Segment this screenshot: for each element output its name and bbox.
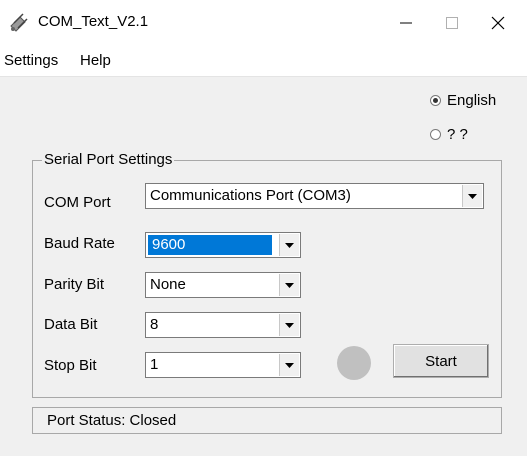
parity-bit-value: None xyxy=(150,276,186,293)
stop-bit-select[interactable]: 1 xyxy=(145,352,301,378)
baud-rate-value: 9600 xyxy=(148,235,272,255)
menu-bar: Settings Help xyxy=(0,46,527,77)
baud-rate-label: Baud Rate xyxy=(44,235,115,252)
radio-other-label: ? ? xyxy=(447,126,468,143)
chevron-down-icon[interactable] xyxy=(279,354,299,376)
port-status-text: Port Status: Closed xyxy=(47,412,177,429)
port-status-indicator xyxy=(337,346,371,380)
status-bar: Port Status: Closed xyxy=(32,407,502,434)
radio-checked-icon xyxy=(430,95,441,106)
close-button[interactable] xyxy=(475,0,521,46)
maximize-icon xyxy=(446,17,458,29)
parity-bit-select[interactable]: None xyxy=(145,272,301,298)
close-icon xyxy=(491,16,505,30)
com-port-select[interactable]: Communications Port (COM3) xyxy=(145,183,484,209)
chevron-down-icon[interactable] xyxy=(279,274,299,296)
com-port-label: COM Port xyxy=(44,194,111,211)
start-button[interactable]: Start xyxy=(393,344,489,378)
chevron-down-icon[interactable] xyxy=(279,314,299,336)
window-title: COM_Text_V2.1 xyxy=(38,13,149,30)
satellite-dish-icon xyxy=(8,12,30,34)
maximize-button[interactable] xyxy=(429,0,475,46)
chevron-down-icon[interactable] xyxy=(279,234,299,256)
serial-port-group-title: Serial Port Settings xyxy=(42,151,175,169)
menu-settings[interactable]: Settings xyxy=(4,52,58,70)
radio-unchecked-icon xyxy=(430,129,441,140)
minimize-button[interactable] xyxy=(383,0,429,46)
title-bar: COM_Text_V2.1 xyxy=(0,0,527,46)
radio-english[interactable]: English xyxy=(430,92,496,109)
stop-bit-value: 1 xyxy=(150,356,159,373)
chevron-down-icon[interactable] xyxy=(462,185,482,207)
radio-english-label: English xyxy=(447,92,497,109)
menu-help[interactable]: Help xyxy=(80,52,111,70)
radio-other-language[interactable]: ? ? xyxy=(430,126,468,143)
data-bit-select[interactable]: 8 xyxy=(145,312,301,338)
minimize-icon xyxy=(400,22,412,24)
parity-bit-label: Parity Bit xyxy=(44,276,105,293)
data-bit-value: 8 xyxy=(150,316,159,333)
data-bit-label: Data Bit xyxy=(44,316,98,333)
baud-rate-select[interactable]: 9600 xyxy=(145,232,301,258)
com-port-value: Communications Port (COM3) xyxy=(150,187,351,204)
stop-bit-label: Stop Bit xyxy=(44,357,97,374)
